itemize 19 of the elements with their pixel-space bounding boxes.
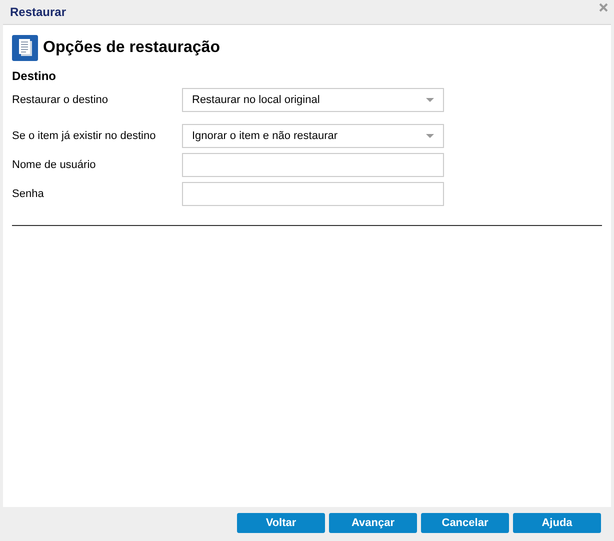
page-heading: Opções de restauração [43, 38, 220, 58]
dialog-button[interactable]: Cancelar [421, 513, 509, 533]
section-title: Destino [12, 68, 58, 85]
caret-icon [426, 98, 434, 102]
field-label: Restaurar o destino [12, 92, 109, 108]
dropdown[interactable]: Restaurar no local original [182, 88, 444, 112]
input-field[interactable] [182, 182, 444, 206]
input-field[interactable] [182, 153, 444, 177]
caret-icon [426, 134, 434, 138]
field-label: Nome de usuário [12, 158, 97, 173]
dialog-button[interactable]: Avançar [329, 513, 417, 533]
dialog-button[interactable]: Ajuda [513, 513, 601, 533]
field-label: Senha [12, 186, 45, 202]
document-icon [12, 35, 38, 61]
close-icon[interactable] [599, 2, 608, 12]
window-title: Restaurar [10, 4, 66, 21]
dropdown[interactable]: Ignorar o item e não restaurar [182, 124, 444, 148]
dialog-button[interactable]: Voltar [237, 513, 325, 533]
field-label: Se o item já existir no destino [12, 128, 157, 144]
